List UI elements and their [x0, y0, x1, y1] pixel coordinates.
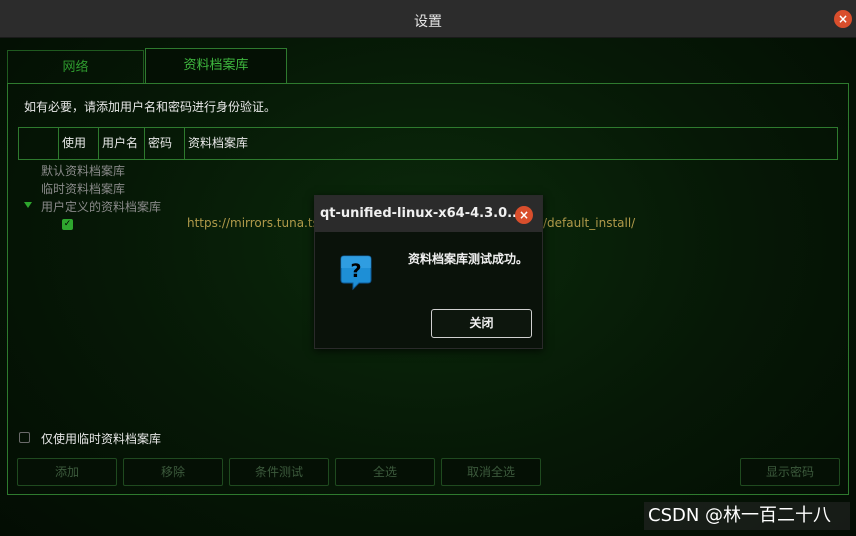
dialog-ok-button[interactable]: 关闭	[431, 309, 532, 338]
column-header-use[interactable]: 使用	[59, 128, 99, 159]
repo-use-checkbox[interactable]: ✓	[62, 219, 73, 230]
dialog-title-bar: qt-unified-linux-x64-4.3.0... ×	[315, 196, 542, 232]
tree-item-temp-repo[interactable]: 临时资料档案库	[41, 180, 125, 197]
column-header-expand[interactable]	[19, 128, 59, 159]
column-header-username[interactable]: 用户名	[99, 128, 145, 159]
deselect-all-button[interactable]: 取消全选	[441, 458, 541, 486]
tree-item-default-repo[interactable]: 默认资料档案库	[41, 162, 125, 179]
test-result-dialog: qt-unified-linux-x64-4.3.0... × ? 资料档案库测…	[314, 195, 543, 349]
tab-bar: 网络 资料档案库	[7, 48, 849, 84]
tab-repositories[interactable]: 资料档案库	[145, 48, 287, 84]
dialog-title: qt-unified-linux-x64-4.3.0...	[320, 206, 522, 221]
test-button[interactable]: 条件测试	[229, 458, 329, 486]
show-password-button[interactable]: 显示密码	[740, 458, 840, 486]
question-icon: ?	[340, 255, 372, 291]
column-header-password[interactable]: 密码	[145, 128, 185, 159]
auth-help-text: 如有必要，请添加用户名和密码进行身份验证。	[24, 100, 277, 114]
window-close-button[interactable]: ×	[834, 10, 852, 28]
watermark-text: CSDN @林一百二十八	[644, 502, 850, 530]
window-title: 设置	[414, 14, 442, 30]
svg-text:?: ?	[350, 260, 361, 282]
temp-only-label: 仅使用临时资料档案库	[41, 432, 162, 446]
dialog-message: 资料档案库测试成功。	[408, 252, 529, 266]
column-header-repository[interactable]: 资料档案库	[185, 128, 837, 159]
settings-window: 设置 × 网络 资料档案库 如有必要，请添加用户名和密码进行身份验证。 使用 用…	[0, 0, 856, 536]
repository-table-header: 使用 用户名 密码 资料档案库	[18, 127, 838, 160]
tree-item-user-repo[interactable]: 用户定义的资料档案库	[41, 198, 161, 215]
expand-arrow-icon[interactable]	[24, 202, 32, 208]
select-all-button[interactable]: 全选	[335, 458, 435, 486]
remove-button[interactable]: 移除	[123, 458, 223, 486]
temp-only-checkbox[interactable]	[19, 432, 30, 443]
title-bar: 设置 ×	[0, 0, 856, 38]
dialog-close-button[interactable]: ×	[515, 206, 533, 224]
add-button[interactable]: 添加	[17, 458, 117, 486]
tab-network[interactable]: 网络	[7, 50, 144, 84]
repository-url-start[interactable]: https://mirrors.tuna.tsi	[187, 216, 322, 230]
repository-url-end[interactable]: /default_install/	[543, 216, 635, 230]
